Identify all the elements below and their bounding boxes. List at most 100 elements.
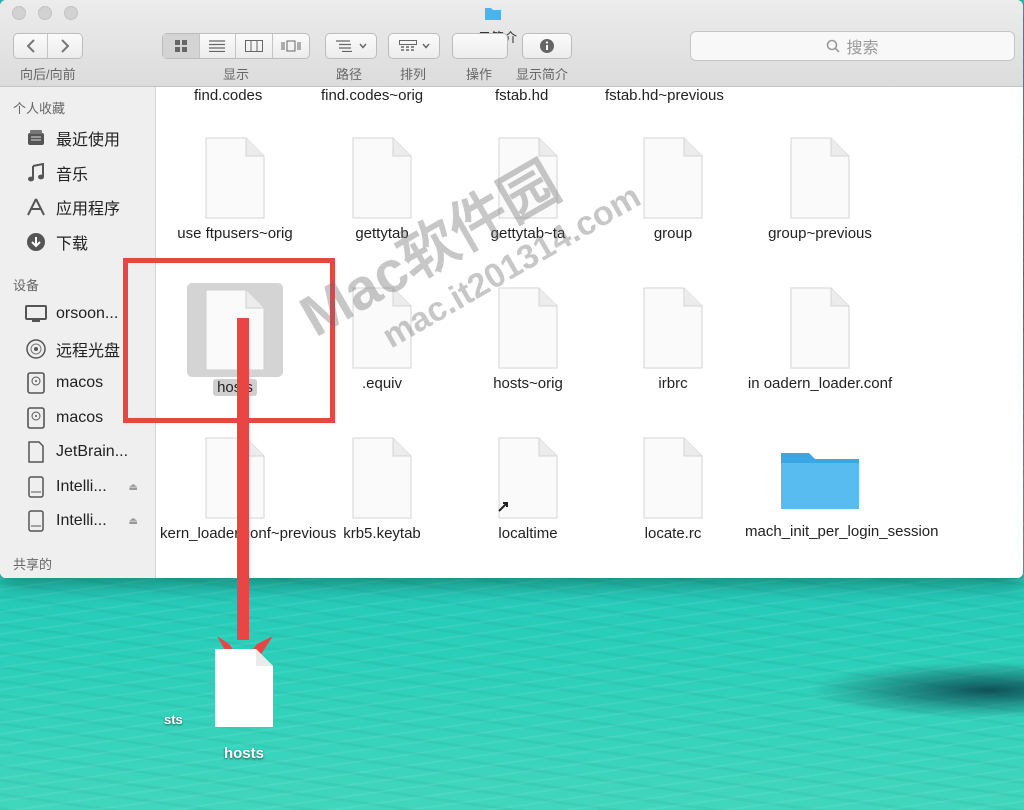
columns-icon	[244, 40, 263, 52]
sidebar-item-label: 应用程序	[56, 201, 121, 218]
file-item[interactable]: gettytab~ta	[453, 137, 603, 243]
file-item[interactable]: group~previous	[745, 137, 895, 243]
computer-icon	[24, 302, 48, 326]
sidebar-item-label: macos	[56, 409, 104, 426]
desktop-file-label: hosts	[223, 745, 264, 762]
chevron-down-icon	[358, 43, 367, 49]
action-label: 操作	[466, 67, 493, 82]
file-item[interactable]: group	[598, 137, 748, 243]
document-icon	[790, 287, 850, 369]
file-name: group	[653, 225, 693, 242]
desktop-file-hosts[interactable]: hosts	[214, 648, 274, 762]
sidebar-item-label: 最近使用	[56, 132, 121, 149]
document-icon	[498, 437, 558, 519]
sidebar-item-jetbrains[interactable]: JetBrain...	[24, 437, 154, 467]
icon-grid-icon	[174, 40, 187, 52]
eject-icon[interactable]: ⏏	[129, 482, 138, 493]
file-name: use ftpusers~orig	[177, 225, 293, 242]
sidebar-item-label: Intelli...	[56, 512, 107, 529]
sidebar-item-recents[interactable]: 最近使用	[24, 123, 154, 153]
document-icon	[24, 440, 48, 464]
get-info-button[interactable]	[522, 33, 572, 59]
drag-arrow	[217, 318, 273, 682]
disc-icon	[24, 337, 48, 361]
sidebar-item-label: orsoon...	[56, 305, 119, 322]
back-forward-control	[13, 33, 83, 59]
file-item-partial[interactable]: fstab.hd~previous	[605, 87, 724, 104]
file-item[interactable]: locate.rc	[598, 437, 748, 543]
path-label: 路径	[336, 67, 363, 82]
disk-icon	[24, 371, 48, 395]
file-item[interactable]: in oadern_loader.conf	[745, 287, 895, 393]
search-field[interactable]: 搜索	[690, 31, 1015, 61]
back-forward-label: 向后/向前	[20, 67, 76, 82]
file-name: krb5.keytab	[343, 525, 421, 542]
file-item-partial[interactable]: find.codes	[194, 87, 262, 104]
sidebar-item-label: 音乐	[56, 167, 89, 184]
file-name: hosts~orig	[493, 375, 563, 392]
folder-icon	[781, 453, 859, 509]
document-icon	[498, 287, 558, 369]
cover-flow-icon	[281, 40, 301, 52]
sidebar-item-intellij-2[interactable]: Intelli... ⏏	[24, 506, 154, 536]
sidebar-item-applications[interactable]: 应用程序	[24, 192, 154, 222]
file-name: gettytab~ta	[490, 225, 566, 242]
icon-view-button[interactable]	[163, 34, 200, 58]
back-button[interactable]	[14, 34, 49, 58]
list-view-button[interactable]	[200, 34, 236, 58]
document-icon	[352, 437, 412, 519]
search-placeholder: 搜索	[846, 40, 879, 57]
folder-title-icon	[485, 8, 501, 20]
file-item[interactable]: gettytab	[307, 137, 457, 243]
column-view-button[interactable]	[236, 34, 273, 58]
external-disk-icon	[24, 509, 48, 533]
chevron-right-icon	[61, 39, 70, 53]
arrange-button[interactable]	[388, 33, 440, 59]
document-icon	[643, 287, 703, 369]
eject-icon[interactable]: ⏏	[129, 516, 138, 527]
forward-button[interactable]	[48, 34, 82, 58]
view-label: 显示	[223, 67, 250, 82]
file-item[interactable]: hosts~orig	[453, 287, 603, 393]
file-item[interactable]: irbrc	[598, 287, 748, 393]
document-icon	[352, 137, 412, 219]
file-item-partial[interactable]: fstab.hd	[495, 87, 548, 104]
info-label: 显示简介	[516, 67, 569, 82]
file-name: mach_init_per_login_session	[745, 523, 939, 540]
sidebar-item-label: Intelli...	[56, 478, 107, 495]
file-name: in oadern_loader.conf	[747, 375, 893, 392]
applications-icon	[24, 195, 48, 219]
desktop-file-ghost: sts	[164, 712, 183, 727]
zoom-window-button[interactable]	[64, 6, 78, 20]
document-icon	[352, 287, 412, 369]
sidebar-item-music[interactable]: 音乐	[24, 158, 154, 188]
action-button[interactable]	[452, 33, 508, 59]
document-icon	[643, 137, 703, 219]
document-icon	[498, 137, 558, 219]
path-button[interactable]	[325, 33, 377, 59]
document-icon	[215, 649, 273, 727]
list-icon	[209, 40, 226, 52]
sidebar-item-label: 远程光盘	[56, 343, 121, 360]
sidebar-item-intellij-1[interactable]: Intelli... ⏏	[24, 472, 154, 502]
file-item[interactable]: localtime	[453, 437, 603, 543]
gallery-view-button[interactable]	[273, 34, 309, 58]
chevron-down-icon	[421, 43, 430, 49]
file-name: localtime	[498, 525, 558, 542]
folder-item[interactable]: mach_init_per_login_session	[745, 445, 939, 541]
document-icon	[643, 437, 703, 519]
sidebar-item-downloads[interactable]: 下载	[24, 227, 154, 257]
search-icon	[827, 39, 841, 53]
sidebar-item-label: macos	[56, 374, 104, 391]
external-disk-icon	[24, 475, 48, 499]
info-icon	[540, 39, 554, 53]
file-item[interactable]: krb5.keytab	[307, 437, 457, 543]
minimize-window-button[interactable]	[38, 6, 52, 20]
file-item[interactable]: use ftpusers~orig	[160, 137, 310, 243]
document-icon	[790, 137, 850, 219]
file-item-partial[interactable]: find.codes~orig	[321, 87, 423, 104]
arrange-label: 排列	[400, 67, 427, 82]
devices-header: 设备	[13, 278, 40, 293]
chevron-left-icon	[26, 39, 35, 53]
close-window-button[interactable]	[12, 6, 26, 20]
